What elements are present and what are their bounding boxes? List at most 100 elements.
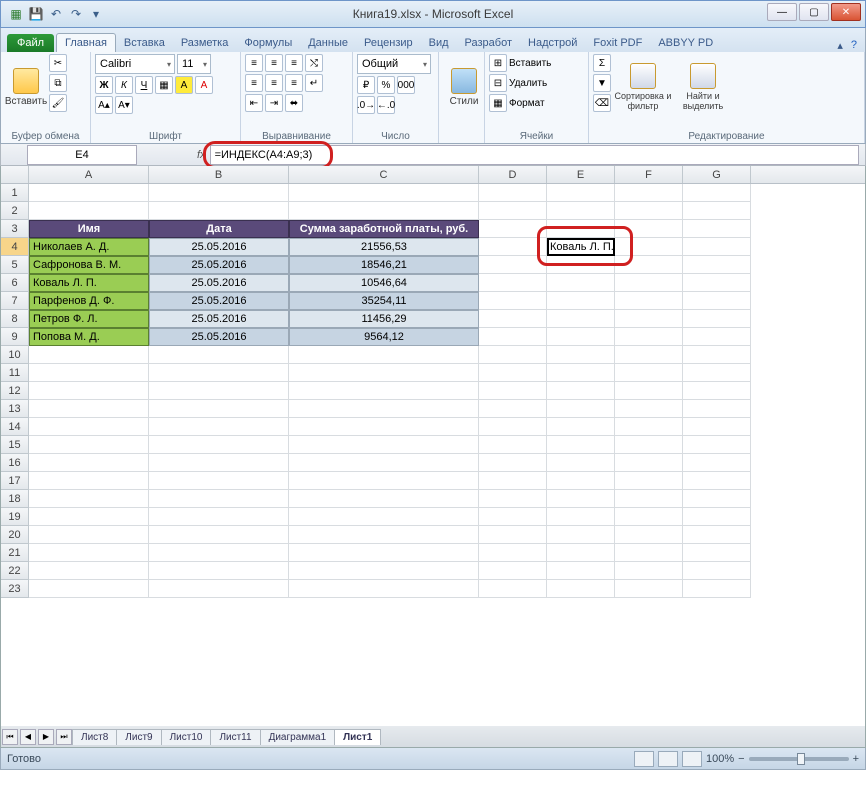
clear-icon[interactable]: ⌫ [593, 94, 611, 112]
sheet-nav-last[interactable]: ⏭ [56, 729, 72, 745]
cell[interactable] [615, 346, 683, 364]
cell[interactable] [615, 184, 683, 202]
sheet-tab[interactable]: Лист11 [210, 729, 260, 745]
cell[interactable]: 25.05.2016 [149, 310, 289, 328]
cell[interactable] [149, 490, 289, 508]
fill-icon[interactable]: ▼ [593, 74, 611, 92]
row-header[interactable]: 17 [1, 472, 29, 490]
close-button[interactable]: ✕ [831, 3, 861, 21]
cell[interactable] [615, 526, 683, 544]
cell[interactable]: Коваль Л. П. [29, 274, 149, 292]
cell[interactable] [289, 436, 479, 454]
cell[interactable] [149, 382, 289, 400]
cell[interactable] [547, 472, 615, 490]
cell[interactable] [289, 202, 479, 220]
help-icon[interactable]: ? [851, 39, 857, 52]
cell[interactable] [547, 346, 615, 364]
cut-icon[interactable]: ✂ [49, 54, 67, 72]
cell[interactable] [683, 328, 751, 346]
cell[interactable] [29, 526, 149, 544]
cell[interactable] [547, 310, 615, 328]
cell[interactable] [29, 184, 149, 202]
col-header-E[interactable]: E [547, 166, 615, 183]
cell[interactable] [547, 400, 615, 418]
decrease-decimal-icon[interactable]: ←.0 [377, 96, 395, 114]
tab-data[interactable]: Данные [300, 34, 356, 52]
row-header[interactable]: 16 [1, 454, 29, 472]
worksheet-grid[interactable]: A B C D E F G 123ИмяДатаСумма заработной… [0, 166, 866, 726]
cell[interactable] [289, 418, 479, 436]
cell[interactable] [683, 202, 751, 220]
sort-filter-button[interactable]: Сортировка и фильтр [613, 54, 673, 120]
align-top-icon[interactable]: ≡ [245, 54, 263, 72]
cell[interactable] [615, 274, 683, 292]
underline-button[interactable]: Ч [135, 76, 153, 94]
cell[interactable] [479, 454, 547, 472]
cell[interactable] [29, 472, 149, 490]
currency-icon[interactable]: ₽ [357, 76, 375, 94]
cell[interactable] [547, 454, 615, 472]
col-header-D[interactable]: D [479, 166, 547, 183]
row-header[interactable]: 19 [1, 508, 29, 526]
cell[interactable] [479, 310, 547, 328]
sheet-tab[interactable]: Лист8 [72, 729, 117, 745]
cell[interactable]: Парфенов Д. Ф. [29, 292, 149, 310]
tab-review[interactable]: Рецензир [356, 34, 421, 52]
row-header[interactable]: 2 [1, 202, 29, 220]
cell[interactable] [149, 436, 289, 454]
cell[interactable] [29, 382, 149, 400]
cell[interactable] [547, 562, 615, 580]
cell[interactable] [547, 364, 615, 382]
cell[interactable] [683, 382, 751, 400]
cell[interactable]: 25.05.2016 [149, 274, 289, 292]
cell[interactable] [547, 418, 615, 436]
ribbon-minimize-icon[interactable]: ▴ [837, 39, 843, 52]
cell[interactable] [479, 292, 547, 310]
active-cell[interactable]: Коваль Л. П. [547, 238, 615, 256]
cell[interactable] [479, 508, 547, 526]
cell[interactable]: 25.05.2016 [149, 256, 289, 274]
cell[interactable] [615, 436, 683, 454]
cell[interactable] [615, 472, 683, 490]
tab-developer[interactable]: Разработ [457, 34, 520, 52]
cell[interactable] [479, 490, 547, 508]
percent-icon[interactable]: % [377, 76, 395, 94]
cell[interactable] [547, 220, 615, 238]
sheet-nav-first[interactable]: ⏮ [2, 729, 18, 745]
row-header[interactable]: 5 [1, 256, 29, 274]
cell[interactable] [683, 400, 751, 418]
row-header[interactable]: 13 [1, 400, 29, 418]
cell[interactable] [289, 526, 479, 544]
cell[interactable] [29, 202, 149, 220]
cell[interactable] [29, 400, 149, 418]
row-header[interactable]: 7 [1, 292, 29, 310]
cell[interactable] [29, 454, 149, 472]
col-header-G[interactable]: G [683, 166, 751, 183]
align-left-icon[interactable]: ≡ [245, 74, 263, 92]
cell[interactable] [149, 580, 289, 598]
cell[interactable] [683, 472, 751, 490]
cell[interactable] [289, 364, 479, 382]
cell[interactable] [615, 454, 683, 472]
cell[interactable] [547, 580, 615, 598]
cell[interactable] [149, 400, 289, 418]
sheet-tab[interactable]: Лист9 [116, 729, 161, 745]
cell[interactable] [479, 220, 547, 238]
row-header[interactable]: 15 [1, 436, 29, 454]
row-header[interactable]: 14 [1, 418, 29, 436]
cell[interactable] [149, 202, 289, 220]
cell[interactable] [547, 508, 615, 526]
cell[interactable] [683, 184, 751, 202]
cell[interactable] [29, 436, 149, 454]
cell[interactable] [615, 508, 683, 526]
row-header[interactable]: 22 [1, 562, 29, 580]
find-select-button[interactable]: Найти и выделить [675, 54, 731, 120]
cell[interactable] [29, 562, 149, 580]
cell[interactable] [547, 274, 615, 292]
copy-icon[interactable]: ⧉ [49, 74, 67, 92]
cell[interactable]: 11456,29 [289, 310, 479, 328]
cell[interactable] [615, 256, 683, 274]
cell[interactable] [29, 580, 149, 598]
cell[interactable] [479, 544, 547, 562]
cell[interactable] [683, 562, 751, 580]
